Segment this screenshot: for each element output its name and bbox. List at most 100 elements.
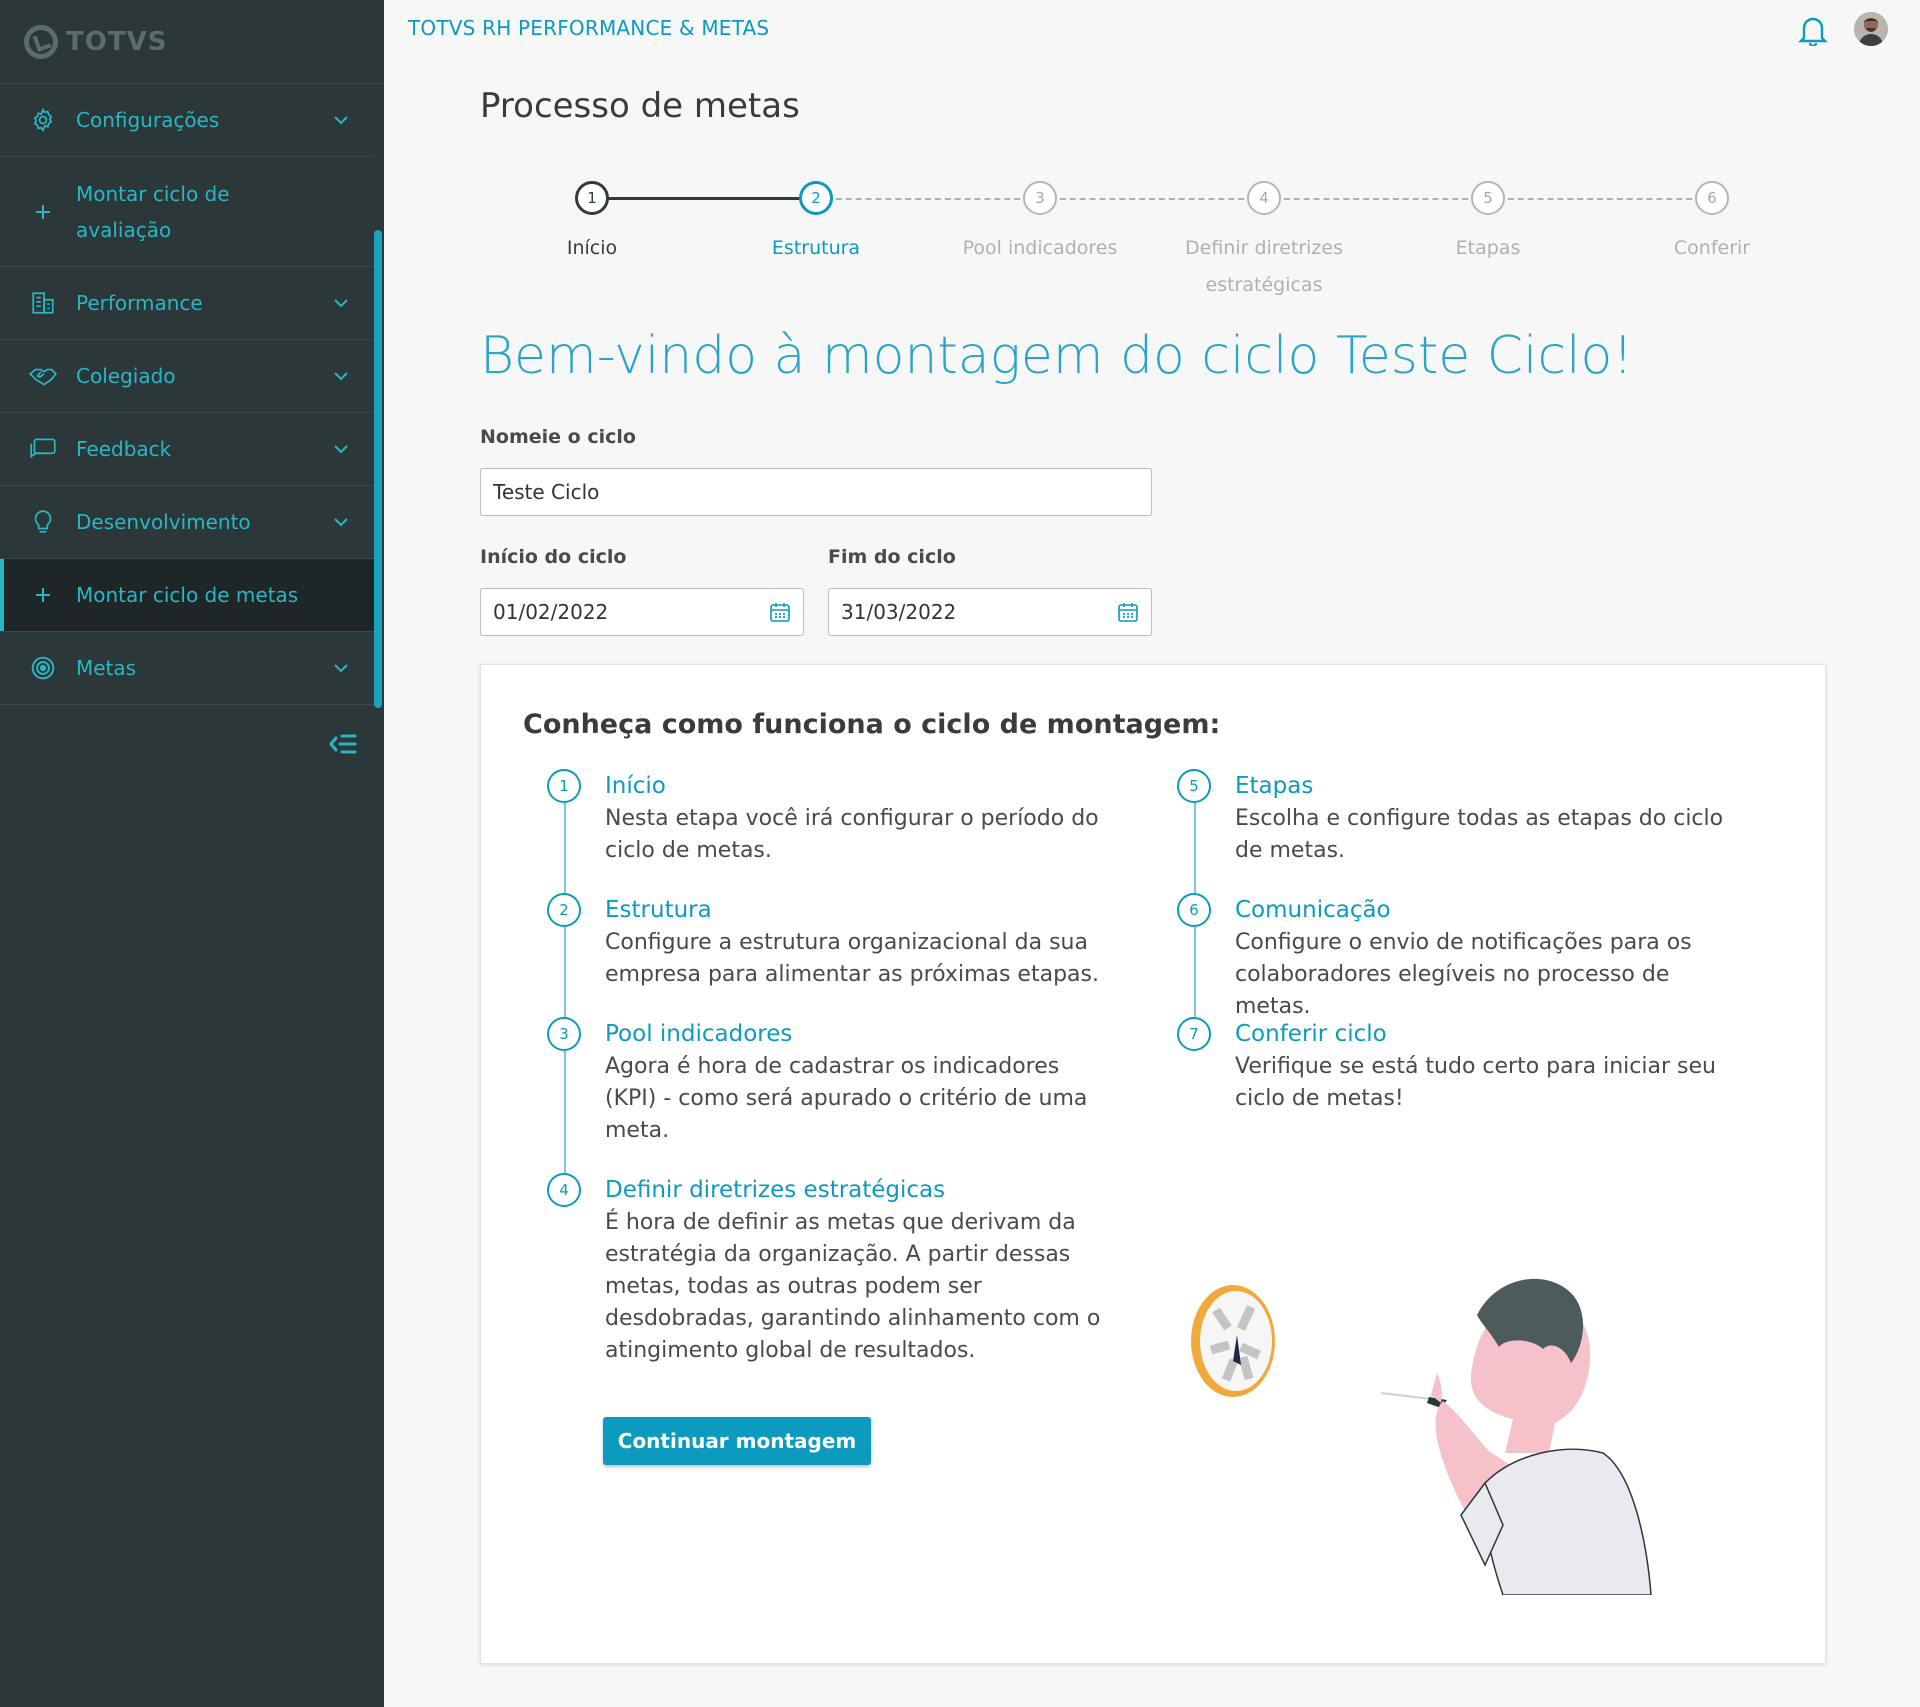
- sidebar-item-label: Metas: [76, 656, 137, 680]
- chat-icon: [28, 434, 58, 464]
- info-step-3: 3 Pool indicadores Agora é hora de cadas…: [547, 1017, 1107, 1173]
- cycle-end-label: Fim do ciclo: [828, 546, 956, 568]
- step-5-circle[interactable]: 5: [1471, 181, 1505, 215]
- info-step-text: Configure o envio de notificações para o…: [1235, 930, 1692, 1019]
- info-step-number: 4: [547, 1173, 581, 1207]
- info-step-number: 2: [547, 893, 581, 927]
- info-step-text: Verifique se está tudo certo para inicia…: [1235, 1054, 1716, 1111]
- lightbulb-icon: [28, 507, 58, 537]
- stepper-connector-done: [592, 197, 816, 200]
- step-2-circle[interactable]: 2: [799, 181, 833, 215]
- sidebar-item-performance[interactable]: Performance: [0, 267, 374, 340]
- chevron-down-icon: [326, 115, 356, 125]
- stepper-connector: [816, 198, 1040, 200]
- info-step-title: Etapas: [1235, 773, 1314, 799]
- app-title: TOTVS RH PERFORMANCE & METAS: [408, 16, 770, 40]
- timeline-line: [564, 927, 566, 1017]
- collapse-menu-icon[interactable]: [328, 730, 358, 758]
- cycle-start-input[interactable]: [493, 600, 769, 624]
- timeline-line: [1194, 927, 1196, 1017]
- step-6-circle[interactable]: 6: [1695, 181, 1729, 215]
- sidebar-item-label: Performance: [76, 291, 203, 315]
- step-6-label[interactable]: Conferir: [1607, 230, 1817, 267]
- info-steps-left: 1 Início Nesta etapa você irá configurar…: [547, 769, 1107, 1367]
- info-step-title: Estrutura: [605, 897, 712, 923]
- cycle-name-label: Nomeie o ciclo: [480, 426, 636, 448]
- sidebar-item-label: Montar ciclo de avaliação: [76, 181, 230, 242]
- user-avatar[interactable]: [1854, 12, 1888, 46]
- dartboard-icon: [1191, 1285, 1275, 1397]
- sidebar-menu: Configurações Montar ciclo de avaliação …: [0, 84, 374, 705]
- sidebar-item-label: Feedback: [76, 437, 172, 461]
- step-3-label[interactable]: Pool indicadores: [935, 230, 1145, 267]
- sidebar-item-configuracoes[interactable]: Configurações: [0, 84, 374, 157]
- sidebar-item-metas[interactable]: Metas: [0, 632, 374, 705]
- building-icon: [28, 288, 58, 318]
- welcome-heading: Bem-vindo à montagem do ciclo Teste Cicl…: [480, 326, 1634, 386]
- timeline-line: [564, 803, 566, 893]
- cycle-info-card: Conheça como funciona o ciclo de montage…: [480, 664, 1826, 1664]
- sidebar-item-label: Configurações: [76, 108, 220, 132]
- sidebar-item-montar-ciclo-metas[interactable]: Montar ciclo de metas: [0, 559, 374, 632]
- step-1-label[interactable]: Início: [487, 230, 697, 267]
- info-step-title: Comunicação: [1235, 897, 1391, 923]
- info-step-title: Início: [605, 773, 666, 799]
- timeline-line: [564, 1051, 566, 1173]
- progress-stepper: 1 2 3 4 5 6 Início Estrutura Pool indica…: [384, 178, 1920, 338]
- info-step-text: É hora de definir as metas que derivam d…: [605, 1210, 1101, 1363]
- top-bar: TOTVS RH PERFORMANCE & METAS: [384, 0, 1920, 60]
- stepper-connector: [1488, 198, 1712, 200]
- sidebar-scrollbar[interactable]: [374, 230, 382, 708]
- info-step-number: 7: [1177, 1017, 1211, 1051]
- sidebar-item-label: Colegiado: [76, 364, 176, 388]
- cycle-end-field[interactable]: [828, 588, 1152, 636]
- cycle-start-label: Início do ciclo: [480, 546, 627, 568]
- cycle-name-field[interactable]: [480, 468, 1152, 516]
- sidebar-item-label: Montar ciclo de metas: [76, 583, 299, 607]
- info-step-text: Agora é hora de cadastrar os indicadores…: [605, 1054, 1088, 1143]
- calendar-icon[interactable]: [1117, 601, 1139, 623]
- chevron-down-icon: [326, 663, 356, 673]
- info-step-2: 2 Estrutura Configure a estrutura organi…: [547, 893, 1107, 1017]
- plus-icon: [28, 580, 58, 610]
- totvs-logo[interactable]: TOTVS: [0, 0, 384, 84]
- info-step-text: Escolha e configure todas as etapas do c…: [1235, 806, 1724, 863]
- info-card-title: Conheça como funciona o ciclo de montage…: [523, 709, 1221, 740]
- step-3-circle[interactable]: 3: [1023, 181, 1057, 215]
- info-step-text: Configure a estrutura organizacional da …: [605, 930, 1099, 987]
- sidebar-item-label: Desenvolvimento: [76, 510, 251, 534]
- info-step-7: 7 Conferir ciclo Verifique se está tudo …: [1177, 1017, 1737, 1115]
- step-4-circle[interactable]: 4: [1247, 181, 1281, 215]
- totvs-logo-icon: [24, 24, 58, 59]
- info-step-5: 5 Etapas Escolha e configure todas as et…: [1177, 769, 1737, 893]
- dart-player-illustration: [1181, 1255, 1741, 1596]
- chevron-down-icon: [326, 371, 356, 381]
- cycle-name-input[interactable]: [493, 480, 1139, 504]
- continue-button[interactable]: Continuar montagem: [603, 1417, 871, 1465]
- cycle-end-input[interactable]: [841, 600, 1117, 624]
- step-1-circle[interactable]: 1: [575, 181, 609, 215]
- chevron-down-icon: [326, 444, 356, 454]
- sidebar-item-colegiado[interactable]: Colegiado: [0, 340, 374, 413]
- logo-text: TOTVS: [66, 26, 168, 57]
- sidebar-item-feedback[interactable]: Feedback: [0, 413, 374, 486]
- step-2-label[interactable]: Estrutura: [711, 230, 921, 267]
- info-step-title: Conferir ciclo: [1235, 1021, 1387, 1047]
- info-step-number: 1: [547, 769, 581, 803]
- step-5-label[interactable]: Etapas: [1383, 230, 1593, 267]
- info-step-4: 4 Definir diretrizes estratégicas É hora…: [547, 1173, 1107, 1367]
- sidebar-item-desenvolvimento[interactable]: Desenvolvimento: [0, 486, 374, 559]
- handshake-icon: [28, 361, 58, 391]
- calendar-icon[interactable]: [769, 601, 791, 623]
- chevron-down-icon: [326, 517, 356, 527]
- info-steps-right: 5 Etapas Escolha e configure todas as et…: [1177, 769, 1737, 1115]
- timeline-line: [1194, 803, 1196, 893]
- bell-icon[interactable]: [1798, 14, 1828, 48]
- cycle-start-field[interactable]: [480, 588, 804, 636]
- info-step-number: 3: [547, 1017, 581, 1051]
- stepper-connector: [1264, 198, 1488, 200]
- sidebar-item-montar-ciclo-avaliacao[interactable]: Montar ciclo de avaliação: [0, 157, 374, 267]
- info-step-number: 5: [1177, 769, 1211, 803]
- sidebar: TOTVS Configurações Montar ciclo de aval…: [0, 0, 384, 1707]
- step-4-label[interactable]: Definir diretrizes estratégicas: [1159, 230, 1369, 304]
